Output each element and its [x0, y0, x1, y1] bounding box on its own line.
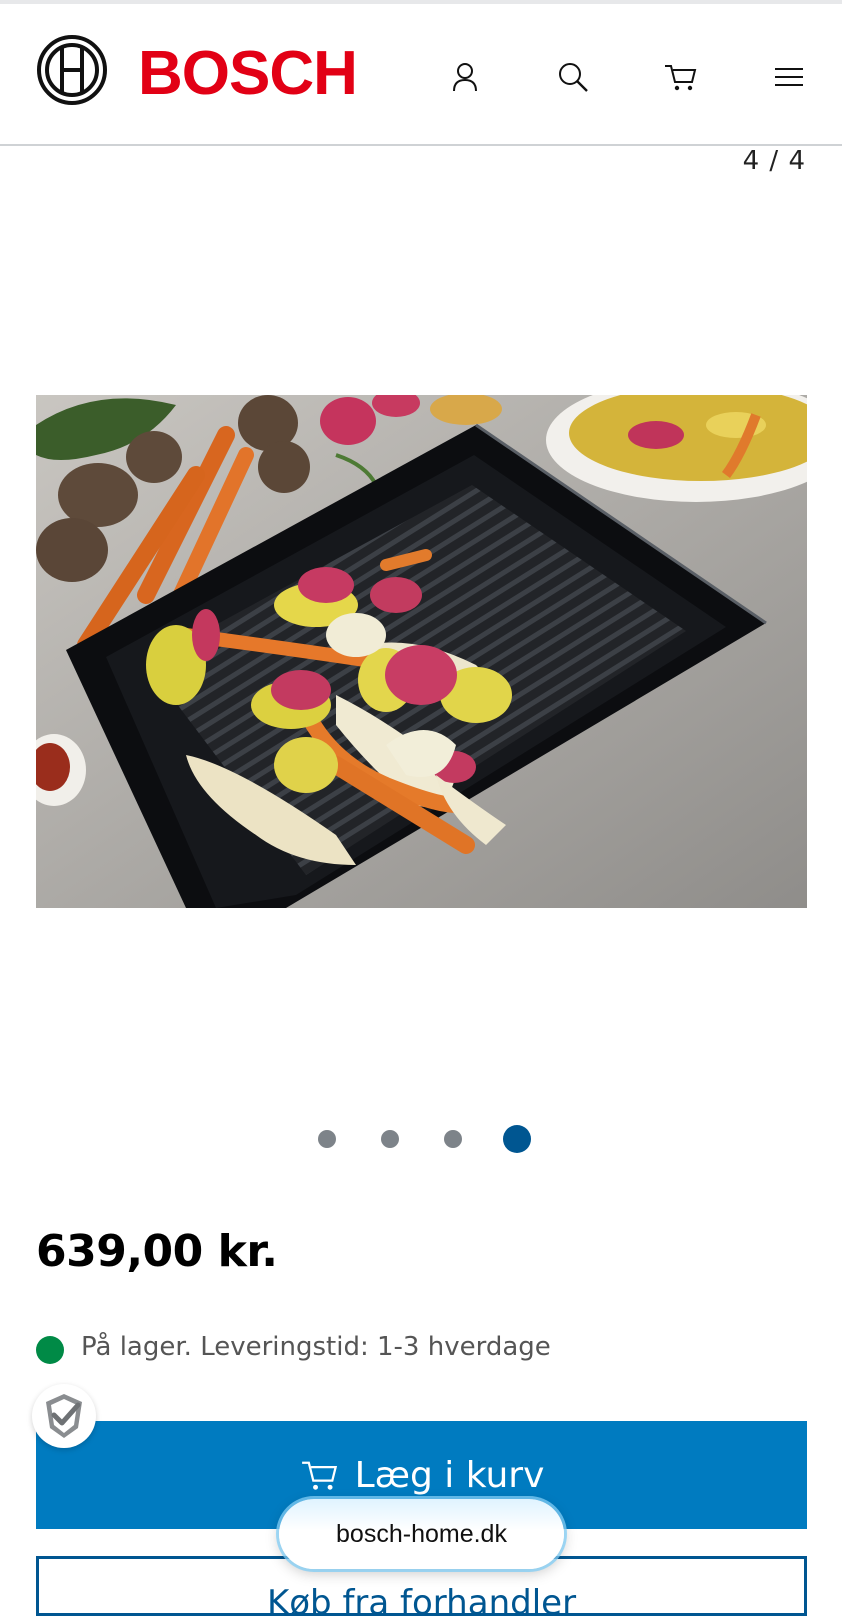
browser-url-pill[interactable]: bosch-home.dk	[279, 1499, 564, 1569]
product-image[interactable]	[36, 395, 807, 908]
stock-status-icon	[36, 1336, 64, 1364]
user-icon[interactable]	[448, 60, 482, 94]
cart-icon[interactable]	[664, 60, 698, 94]
search-icon[interactable]	[556, 60, 590, 94]
gallery-dot-2[interactable]	[381, 1130, 399, 1148]
stock-status-text: På lager. Leveringstid: 1-3 hverdage	[81, 1332, 551, 1362]
bosch-armature-logo[interactable]	[36, 34, 108, 106]
add-to-cart-label: Læg i kurv	[354, 1454, 545, 1496]
shield-check-icon	[46, 1394, 82, 1438]
gallery-dot-1[interactable]	[318, 1130, 336, 1148]
menu-icon[interactable]	[772, 60, 806, 94]
gallery-dot-3[interactable]	[444, 1130, 462, 1148]
trust-badge[interactable]	[32, 1384, 96, 1448]
site-header: BOSCH	[0, 4, 842, 146]
gallery-pagination	[0, 1124, 842, 1154]
cart-icon	[301, 1461, 337, 1490]
product-price: 639,00 kr.	[36, 1226, 278, 1277]
gallery-dot-4-active[interactable]	[503, 1125, 531, 1153]
gallery-counter: 4 / 4	[742, 146, 806, 176]
brand-wordmark[interactable]: BOSCH	[138, 39, 358, 109]
